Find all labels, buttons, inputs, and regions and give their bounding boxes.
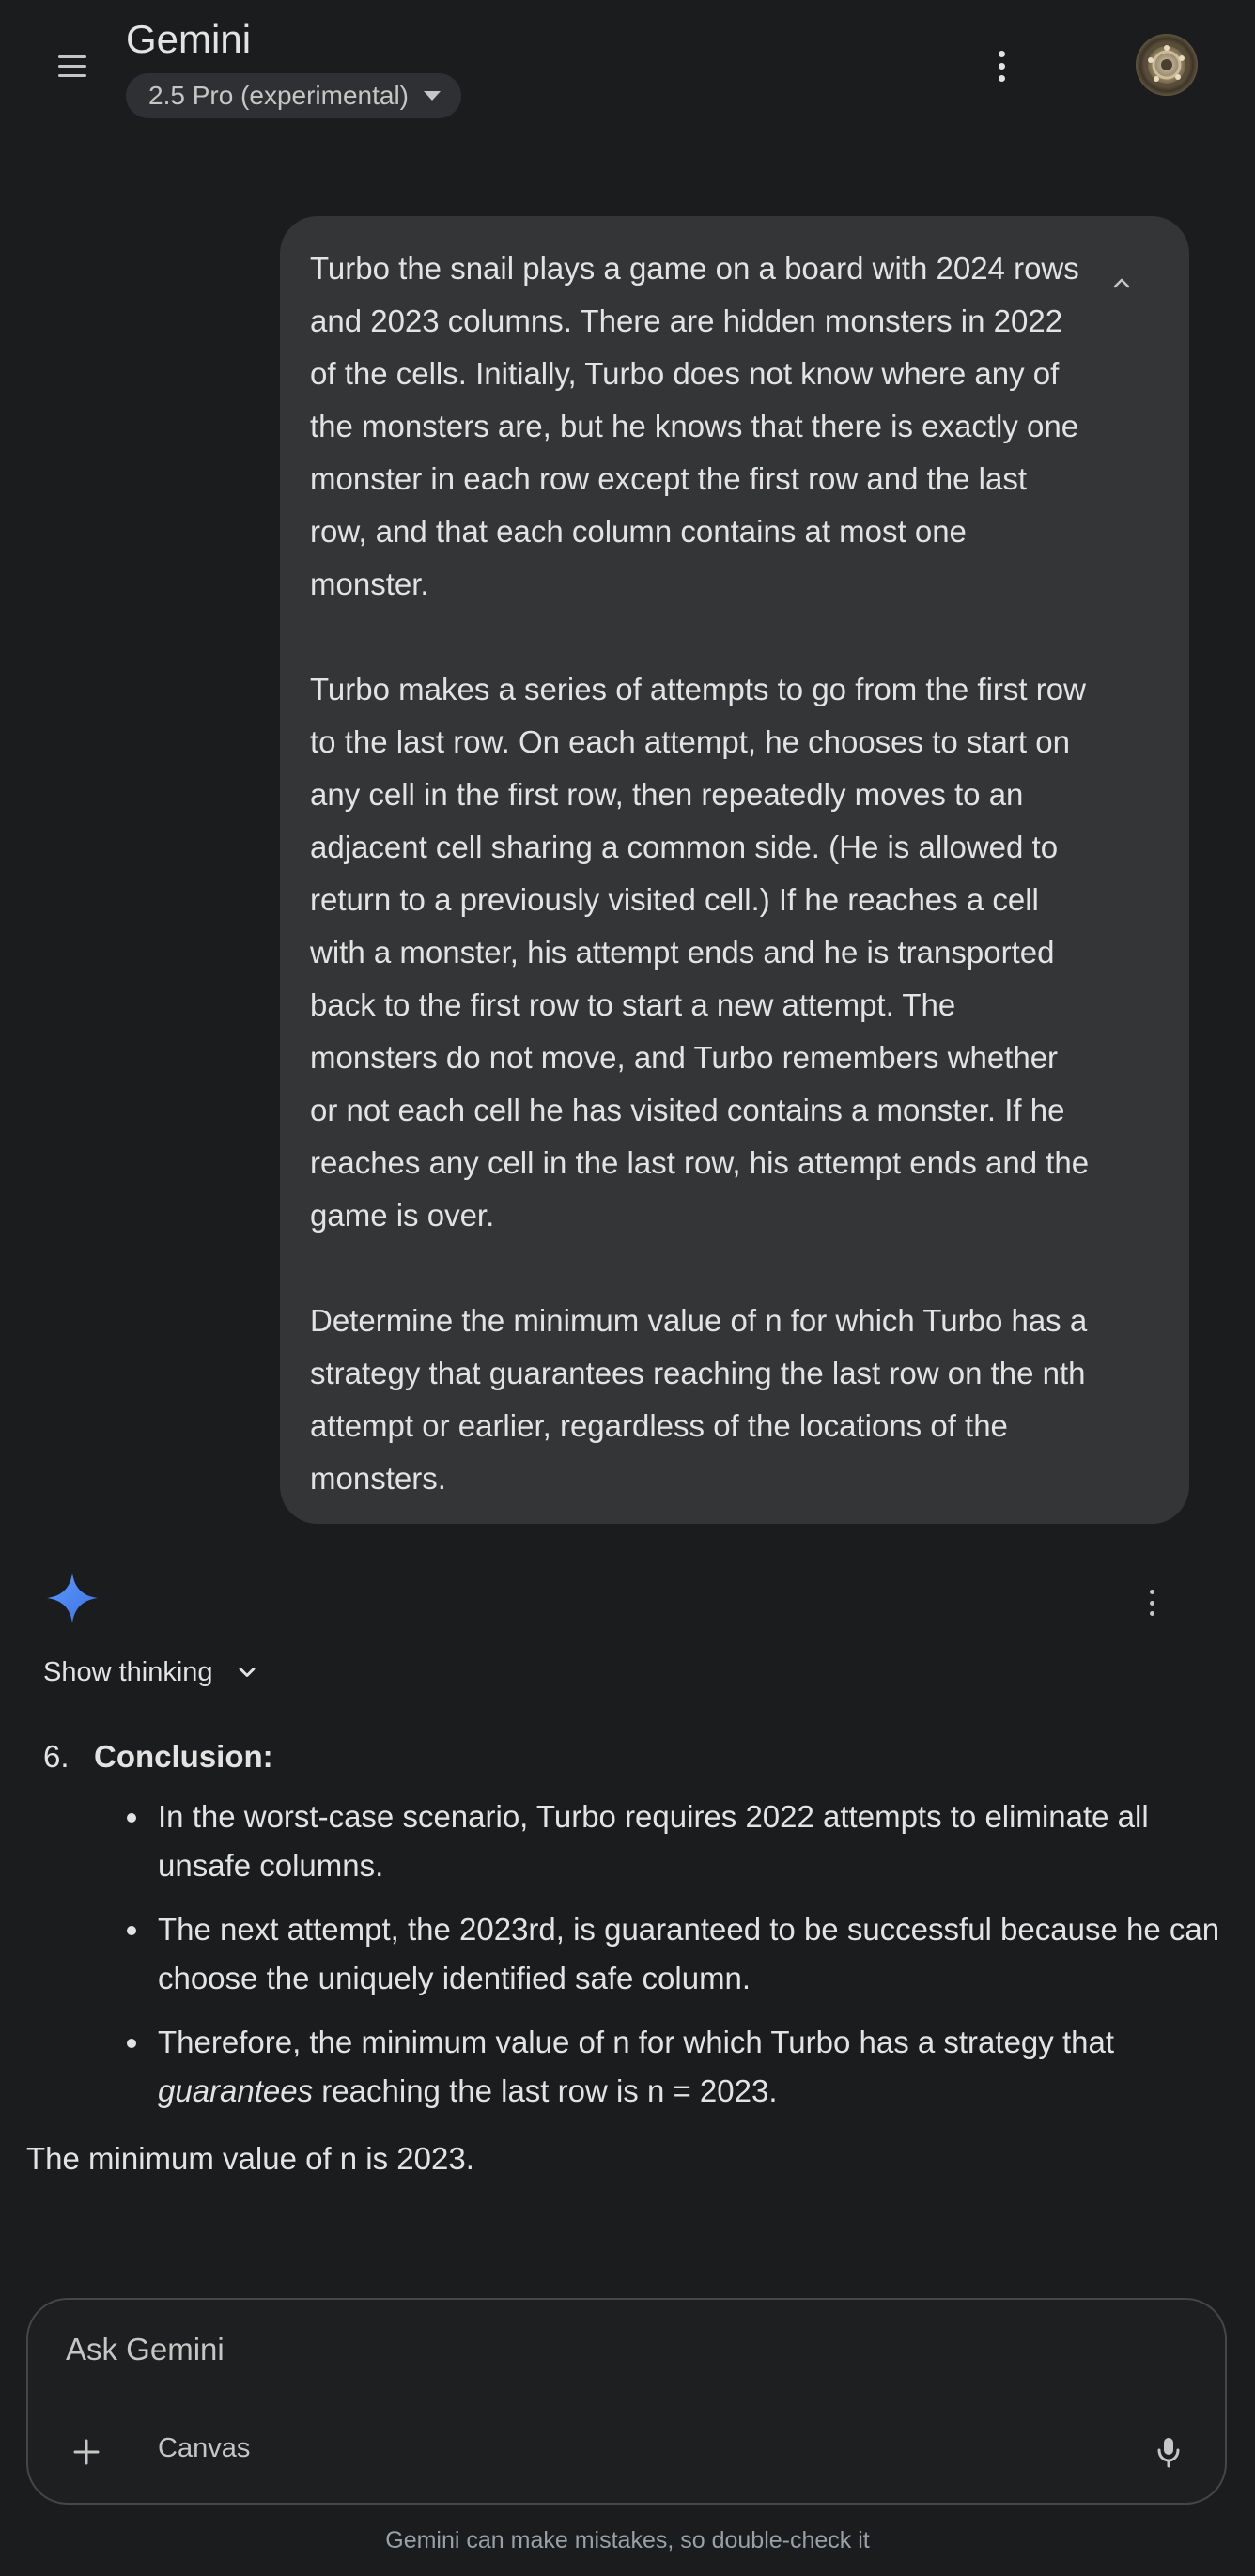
final-answer-text: The minimum value of n is 2023.	[26, 2141, 474, 2176]
user-message-text: Turbo the snail plays a game on a board …	[310, 242, 1092, 1505]
prompt-input[interactable]: Ask Gemini	[66, 2332, 225, 2367]
hamburger-menu-icon-bar	[58, 73, 86, 77]
user-paragraph: Turbo the snail plays a game on a board …	[310, 251, 1079, 601]
model-label: 2.5 Pro (experimental)	[148, 81, 410, 110]
bullet-item: The next attempt, the 2023rd, is guarant…	[105, 1905, 1229, 2003]
bullet-text-part: Therefore, the minimum value of n for wh…	[158, 2025, 1114, 2059]
add-attachment-button[interactable]	[66, 2431, 107, 2473]
model-selector[interactable]: 2.5 Pro (experimental)	[126, 73, 462, 118]
bullet-marker	[105, 2018, 158, 2116]
vertical-dots-icon-dot	[1149, 1600, 1154, 1606]
bullet-text-part: reaching the last row is n = 2023.	[313, 2073, 778, 2108]
user-paragraph: Turbo makes a series of attempts to go f…	[310, 672, 1090, 1233]
vertical-dots-icon-dot	[1149, 1611, 1154, 1616]
plus-icon	[73, 2439, 100, 2465]
microphone-button[interactable]	[1148, 2431, 1189, 2473]
avatar-image	[1144, 42, 1189, 87]
list-number: 6.	[43, 1739, 70, 1774]
bullet-marker	[105, 1792, 158, 1890]
conclusion-heading: Conclusion:	[94, 1739, 273, 1774]
bullet-marker	[105, 1905, 158, 2003]
conclusion-bullets: In the worst-case scenario, Turbo requir…	[105, 1792, 1229, 2116]
show-thinking-label: Show thinking	[43, 1656, 213, 1687]
more-options-button[interactable]	[986, 45, 1016, 86]
response-body: 6. Conclusion: In the worst-case scenari…	[26, 1730, 1229, 2185]
main-menu-button[interactable]	[45, 43, 101, 88]
account-avatar[interactable]	[1136, 34, 1198, 96]
bullet-item: In the worst-case scenario, Turbo requir…	[105, 1792, 1229, 1890]
collapse-message-button[interactable]	[1101, 263, 1142, 304]
canvas-button[interactable]: Canvas	[158, 2433, 250, 2464]
response-options-button[interactable]	[1144, 1590, 1159, 1616]
vertical-dots-icon	[1149, 1590, 1154, 1594]
vertical-dots-icon-dot	[998, 62, 1005, 70]
bullet-text: In the worst-case scenario, Turbo requir…	[158, 1799, 1149, 1883]
disclaimer-text: Gemini can make mistakes, so double-chec…	[385, 2527, 870, 2553]
gemini-spark-icon	[47, 1573, 98, 1623]
hamburger-menu-icon-bar	[58, 64, 86, 68]
gemini-chat-page: Gemini 2.5 Pro (experimental) Turbo the …	[0, 0, 1255, 2576]
hamburger-menu-icon	[58, 54, 86, 58]
microphone-icon	[1157, 2438, 1180, 2468]
bullet-text: The next attempt, the 2023rd, is guarant…	[158, 1912, 1220, 1995]
chevron-up-icon	[1113, 278, 1130, 288]
prompt-input-box[interactable]: Ask Gemini Canvas	[26, 2298, 1227, 2505]
emphasis-text: guarantees	[158, 2073, 314, 2108]
user-paragraph: Determine the minimum value of n for whi…	[310, 1303, 1088, 1496]
conclusion-list-item: 6. Conclusion:	[43, 1730, 1229, 1783]
bullet-text: Therefore, the minimum value of n for wh…	[158, 2018, 1229, 2116]
caret-down-icon	[424, 91, 442, 101]
chevron-down-icon	[239, 1668, 256, 1677]
vertical-dots-icon-dot	[998, 74, 1005, 82]
show-thinking-toggle[interactable]: Show thinking	[43, 1652, 260, 1693]
user-message-bubble: Turbo the snail plays a game on a board …	[280, 216, 1189, 1524]
bullet-item: Therefore, the minimum value of n for wh…	[105, 2018, 1229, 2116]
app-title: Gemini	[126, 17, 252, 61]
vertical-dots-icon	[998, 50, 1005, 57]
